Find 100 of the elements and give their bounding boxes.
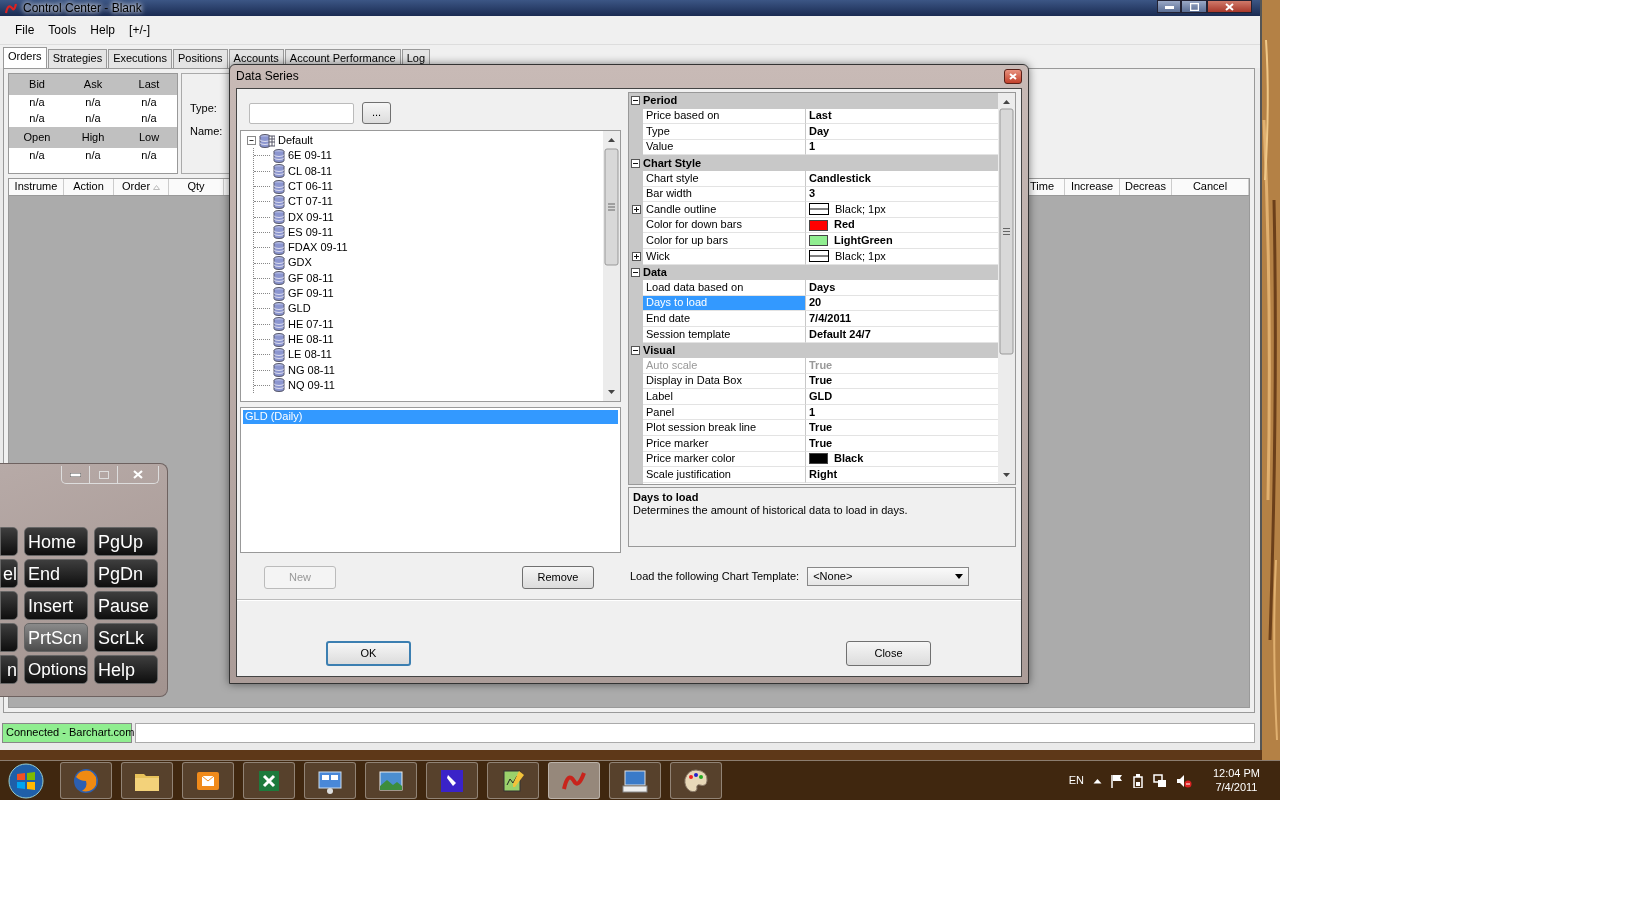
tree-item[interactable]: NQ 09-11 bbox=[288, 378, 335, 392]
key[interactable]: el bbox=[0, 559, 18, 588]
property-name[interactable]: Bar width bbox=[643, 186, 806, 203]
property-name[interactable]: End date bbox=[643, 311, 806, 327]
language-indicator[interactable]: EN bbox=[1068, 773, 1084, 788]
key[interactable]: PrtScn bbox=[24, 623, 88, 652]
key[interactable] bbox=[0, 527, 18, 556]
property-name[interactable]: Color for down bars bbox=[643, 217, 806, 234]
taskbar-button[interactable] bbox=[365, 762, 417, 799]
key[interactable] bbox=[0, 623, 18, 652]
property-name[interactable]: Wick bbox=[643, 248, 806, 265]
property-name[interactable]: Plot session break line bbox=[643, 420, 806, 437]
property-name[interactable]: Candle outline bbox=[643, 202, 806, 218]
property-value[interactable]: GLD bbox=[809, 390, 833, 404]
tree-item[interactable]: ES 09-11 bbox=[288, 225, 334, 239]
column-header[interactable]: Decreas bbox=[1120, 179, 1172, 195]
close-button[interactable]: Close bbox=[846, 641, 931, 666]
taskbar-button[interactable] bbox=[182, 762, 234, 799]
property-value[interactable]: 20 bbox=[809, 296, 822, 310]
property-value[interactable]: 1 bbox=[809, 405, 816, 419]
ok-button[interactable]: OK bbox=[326, 641, 411, 666]
property-name[interactable]: Price based on bbox=[643, 108, 806, 125]
clock[interactable]: 12:04 PM 7/4/2011 bbox=[1212, 767, 1260, 794]
property-value[interactable]: Red bbox=[834, 218, 855, 232]
menu-item[interactable]: File bbox=[8, 20, 42, 40]
category-label[interactable]: Visual bbox=[643, 343, 676, 357]
menu-item[interactable]: Help bbox=[83, 20, 123, 40]
property-name[interactable]: Load data based on bbox=[643, 280, 806, 296]
taskbar-button[interactable] bbox=[60, 762, 112, 799]
menu-item[interactable]: [+/-] bbox=[122, 20, 158, 40]
close-button[interactable] bbox=[1004, 69, 1022, 84]
taskbar-button[interactable] bbox=[609, 762, 661, 799]
tree-item[interactable]: GLD bbox=[288, 302, 311, 316]
column-header[interactable]: Cancel bbox=[1172, 179, 1249, 195]
key[interactable]: Options bbox=[24, 655, 88, 684]
maximize-button[interactable] bbox=[1181, 0, 1207, 13]
taskbar-button[interactable] bbox=[670, 762, 722, 799]
tree-item[interactable]: HE 07-11 bbox=[288, 317, 334, 331]
tree-item[interactable]: GDX bbox=[288, 256, 312, 270]
property-name[interactable]: Color for up bars bbox=[643, 233, 806, 249]
key[interactable]: Pause bbox=[94, 591, 158, 620]
key[interactable]: Help bbox=[94, 655, 158, 684]
column-header[interactable]: Qty bbox=[169, 179, 224, 195]
tab[interactable]: Strategies bbox=[47, 48, 108, 68]
browse-button[interactable]: ... bbox=[362, 102, 391, 124]
property-value[interactable]: Candlestick bbox=[809, 171, 871, 185]
tree-item[interactable]: DX 09-11 bbox=[288, 210, 334, 224]
property-name[interactable]: Chart style bbox=[643, 170, 806, 187]
search-field[interactable] bbox=[249, 102, 354, 124]
taskbar-button[interactable] bbox=[304, 762, 356, 799]
property-value[interactable]: Black; 1px bbox=[835, 249, 886, 263]
key[interactable]: n bbox=[0, 655, 18, 684]
property-value[interactable]: LightGreen bbox=[834, 234, 893, 248]
tree-item[interactable]: GF 08-11 bbox=[288, 271, 334, 285]
tab[interactable]: Executions bbox=[108, 48, 172, 68]
tree-item[interactable]: CT 06-11 bbox=[288, 179, 333, 194]
property-value[interactable]: 1 bbox=[809, 140, 816, 154]
key[interactable]: PgDn bbox=[94, 559, 158, 588]
property-value[interactable]: Default 24/7 bbox=[809, 327, 871, 341]
column-header[interactable]: Instrume bbox=[9, 179, 64, 195]
tree-item[interactable]: GF 09-11 bbox=[288, 287, 334, 301]
property-name[interactable]: Type bbox=[643, 124, 806, 140]
tab[interactable]: Positions bbox=[172, 48, 228, 68]
tree-item[interactable]: CT 07-11 bbox=[288, 195, 333, 209]
key[interactable]: Home bbox=[24, 527, 88, 556]
key[interactable] bbox=[0, 591, 18, 620]
column-header[interactable]: Order bbox=[114, 179, 169, 195]
category-label[interactable]: Period bbox=[643, 94, 678, 108]
category-label[interactable]: Data bbox=[643, 265, 667, 279]
property-value[interactable]: 7/4/2011 bbox=[809, 312, 852, 326]
property-name[interactable]: Panel bbox=[643, 404, 806, 421]
taskbar-button[interactable] bbox=[121, 762, 173, 799]
property-value[interactable]: Day bbox=[809, 124, 830, 139]
taskbar-button[interactable] bbox=[243, 762, 295, 799]
property-value[interactable]: Last bbox=[809, 109, 832, 123]
column-header[interactable]: Action bbox=[64, 179, 114, 195]
property-value[interactable]: Black bbox=[834, 452, 864, 466]
property-name[interactable]: Label bbox=[643, 389, 806, 405]
property-name[interactable]: Session template bbox=[643, 326, 806, 343]
property-name[interactable]: Scale justification bbox=[643, 467, 806, 483]
minimize-button[interactable] bbox=[1157, 0, 1181, 13]
key[interactable]: End bbox=[24, 559, 88, 588]
key[interactable]: PgUp bbox=[94, 527, 158, 556]
column-header[interactable]: Increase bbox=[1065, 179, 1120, 195]
start-button[interactable] bbox=[6, 760, 46, 800]
category-label[interactable]: Chart Style bbox=[643, 156, 702, 170]
key[interactable]: ScrLk bbox=[94, 623, 158, 652]
remove-button[interactable]: Remove bbox=[522, 566, 594, 589]
property-value[interactable]: True bbox=[809, 421, 833, 435]
tree-item[interactable]: NG 08-11 bbox=[288, 363, 335, 377]
property-value[interactable]: True bbox=[809, 374, 833, 388]
key[interactable]: Insert bbox=[24, 591, 88, 620]
template-dropdown[interactable]: <None> bbox=[807, 567, 970, 586]
property-value[interactable]: Right bbox=[809, 467, 838, 482]
property-value[interactable]: True bbox=[809, 436, 833, 450]
menu-item[interactable]: Tools bbox=[41, 20, 84, 40]
property-name[interactable]: Price marker bbox=[643, 436, 806, 452]
tab[interactable]: Orders bbox=[3, 46, 47, 68]
property-name[interactable]: Display in Data Box bbox=[643, 373, 806, 390]
property-value[interactable]: 3 bbox=[809, 187, 816, 201]
